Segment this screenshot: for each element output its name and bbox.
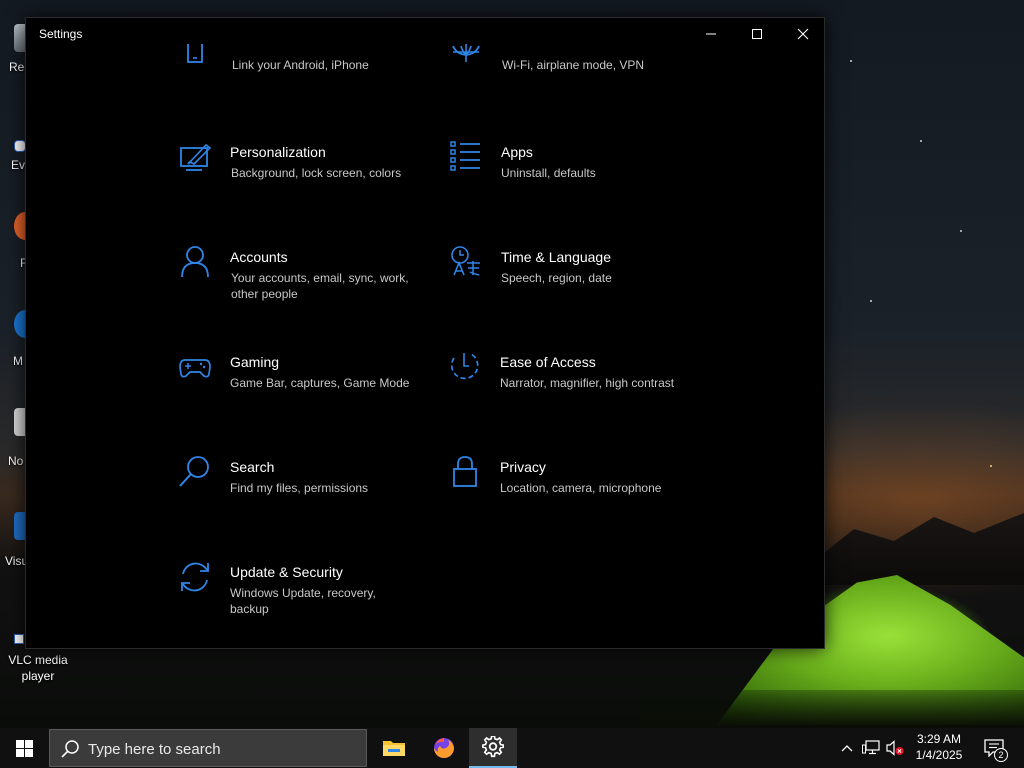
update-sync-icon (179, 560, 213, 594)
tile-title: Ease of Access (500, 354, 596, 370)
tile-description: Speech, region, date (501, 271, 612, 285)
firefox-icon (434, 738, 454, 758)
person-icon (180, 245, 214, 279)
shortcut-arrow-icon (14, 634, 24, 644)
tile-description: Wi-Fi, airplane mode, VPN (502, 58, 645, 72)
window-title: Settings (39, 27, 83, 41)
taskbar-settings[interactable] (469, 728, 517, 768)
star (990, 465, 992, 467)
settings-tile-privacy[interactable]: Privacy Location, camera, microphone (449, 455, 699, 535)
tile-title: Gaming (230, 354, 280, 370)
search-icon (61, 740, 79, 758)
settings-tile-apps[interactable]: Apps Uninstall, defaults (450, 140, 700, 220)
star (850, 60, 852, 62)
tile-description: Background, lock screen, colors (231, 166, 402, 180)
minimize-icon (706, 33, 716, 35)
star (870, 300, 872, 302)
settings-tile-search[interactable]: Search Find my files, permissions (179, 455, 429, 535)
taskbar-search-box[interactable] (49, 729, 367, 767)
settings-tile-update-security[interactable]: Update & Security Windows Update, recove… (179, 560, 429, 640)
tile-title: Search (230, 459, 275, 475)
tile-title: Personalization (230, 144, 326, 160)
personalization-icon (180, 142, 214, 176)
search-input[interactable] (88, 739, 348, 759)
windows-logo-icon (15, 739, 33, 757)
taskbar: 3:29 AM 1/4/2025 (0, 728, 1024, 768)
settings-tile-ease-of-access[interactable]: Ease of Access Narrator, magnifier, high… (449, 350, 699, 430)
show-hidden-icons-button[interactable] (838, 728, 856, 768)
network-icon (862, 740, 880, 755)
desktop-icon-label: VLC media player (8, 653, 68, 683)
phone-icon (181, 44, 215, 78)
notification-count-badge: 2 (994, 748, 1008, 762)
time-language-icon (450, 245, 484, 279)
maximize-button[interactable] (734, 18, 780, 50)
desktop-icon-label: M (13, 354, 23, 368)
clock-date: 1/4/2025 (915, 748, 963, 762)
mountain-silhouette (824, 513, 1024, 585)
desktop-icon-label: No (8, 454, 24, 468)
settings-tile-phone[interactable]: Link your Android, iPhone (181, 44, 431, 124)
tile-title: Privacy (500, 459, 546, 475)
taskbar-firefox[interactable] (420, 728, 468, 768)
apps-list-icon (450, 140, 484, 174)
settings-tile-network[interactable]: Wi-Fi, airplane mode, VPN (451, 44, 701, 124)
taskbar-file-explorer[interactable] (370, 728, 418, 768)
settings-tile-personalization[interactable]: Personalization Background, lock screen,… (180, 140, 430, 220)
start-button[interactable] (0, 728, 48, 768)
tile-description: Find my files, permissions (230, 481, 369, 495)
tile-description: Uninstall, defaults (501, 166, 596, 180)
ease-of-access-icon (449, 350, 483, 384)
lock-icon (449, 455, 483, 489)
settings-tile-time-language[interactable]: Time & Language Speech, region, date (450, 245, 700, 325)
tile-description: Narrator, magnifier, high contrast (500, 376, 675, 390)
tile-description: Game Bar, captures, Game Mode (230, 376, 410, 390)
tile-description: Link your Android, iPhone (232, 58, 369, 72)
tile-title: Accounts (230, 249, 288, 265)
grass-foreground (640, 690, 1024, 728)
settings-tile-accounts[interactable]: Accounts Your accounts, email, sync, wor… (180, 245, 430, 325)
settings-tile-gaming[interactable]: Gaming Game Bar, captures, Game Mode (179, 350, 429, 430)
tile-title: Apps (501, 144, 533, 160)
speaker-muted-icon (886, 740, 904, 756)
globe-icon (451, 44, 485, 78)
network-status-button[interactable] (860, 728, 882, 768)
settings-gear-icon (482, 736, 504, 758)
gamepad-icon (179, 352, 213, 386)
tile-title: Update & Security (230, 564, 343, 580)
volume-button[interactable] (884, 728, 906, 768)
maximize-icon (752, 29, 762, 39)
star (960, 230, 962, 232)
file-explorer-icon (383, 741, 405, 756)
settings-window: Settings Link your Android, iPhone Wi-Fi… (25, 17, 825, 649)
tile-title: Time & Language (501, 249, 611, 265)
clock[interactable]: 3:29 AM 1/4/2025 (905, 731, 973, 763)
search-icon (179, 455, 213, 489)
close-icon (797, 28, 809, 40)
tile-description: Windows Update, recovery, backup (230, 586, 376, 616)
tile-description: Your accounts, email, sync, work, other … (231, 271, 409, 301)
chevron-up-icon (841, 745, 853, 752)
close-button[interactable] (780, 18, 824, 50)
star (920, 140, 922, 142)
tile-description: Location, camera, microphone (500, 481, 662, 495)
clock-time: 3:29 AM (916, 732, 962, 746)
